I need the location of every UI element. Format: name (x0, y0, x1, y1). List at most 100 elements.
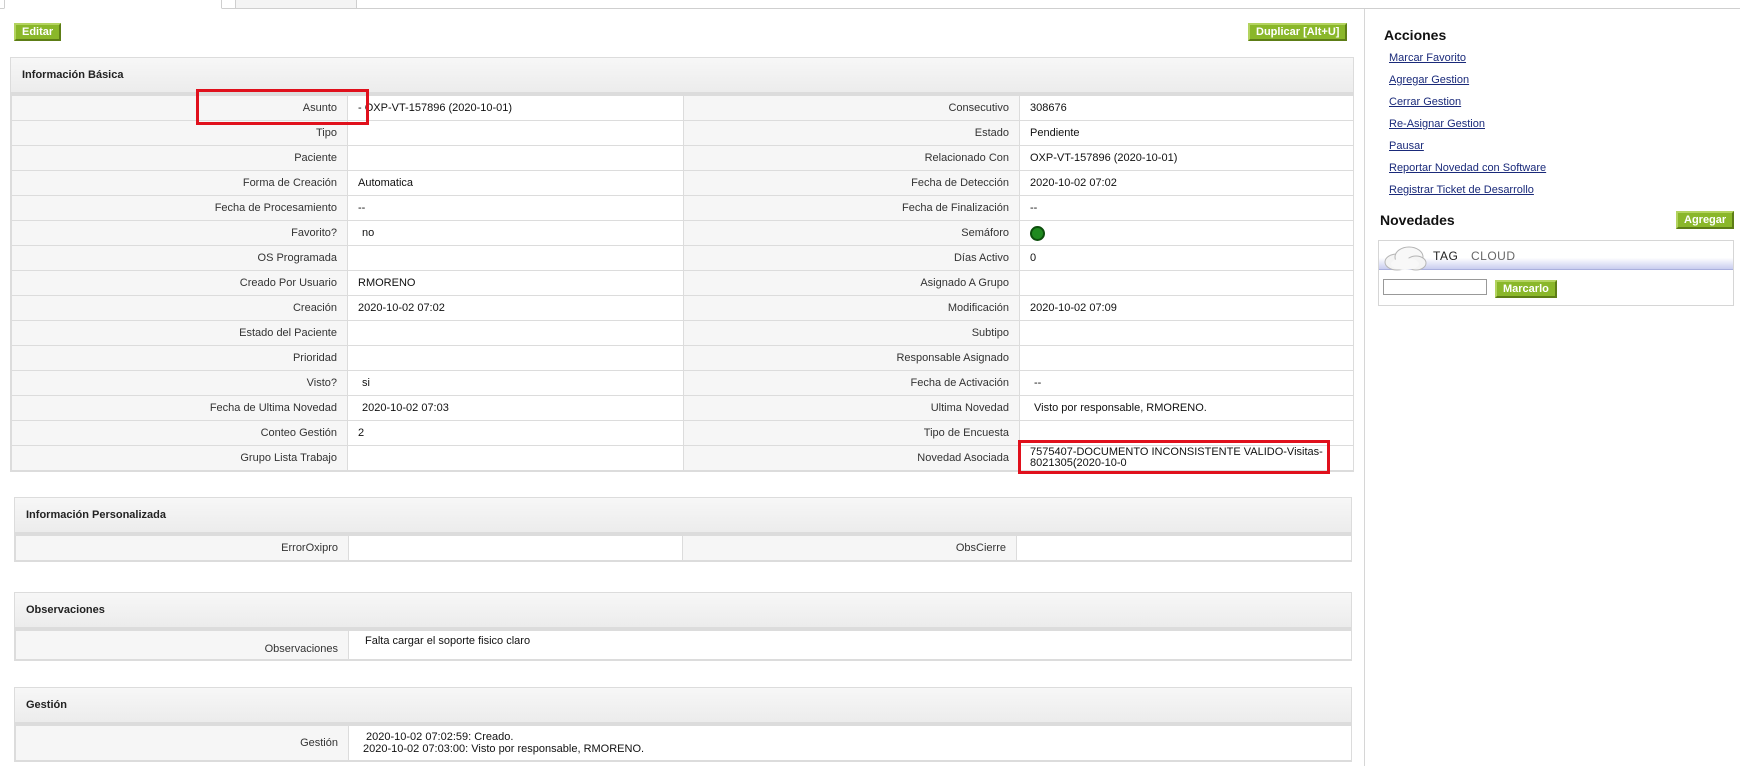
main-panel: Editar Duplicar [Alt+U] Información Bási… (0, 9, 1365, 766)
tab-active[interactable] (4, 0, 222, 9)
action-link[interactable]: Cerrar Gestion (1389, 91, 1546, 113)
field-label: Favorito? (11, 220, 348, 246)
field-value: 2020-10-02 07:09 (1019, 295, 1354, 321)
field-label: Fecha de Finalización (683, 195, 1020, 221)
observations-table: Observaciones Falta cargar el soporte fi… (15, 630, 1352, 660)
tag-cloud-cloud-text: CLOUD (1471, 249, 1516, 263)
field-label: Novedad Asociada (683, 445, 1020, 471)
management-table: Gestión 2020-10-02 07:02:59: Creado. 202… (15, 725, 1352, 761)
side-panel: Acciones Marcar Favorito Agregar Gestion C… (1376, 0, 1749, 766)
field-label: Grupo Lista Trabajo (11, 445, 348, 471)
field-label: Asunto (11, 95, 348, 121)
field-value (347, 120, 684, 146)
field-value: Pendiente (1019, 120, 1354, 146)
marcarlo-button[interactable]: Marcarlo (1495, 280, 1557, 298)
field-value: 2020-10-02 07:03 (347, 395, 684, 421)
field-label: Observaciones (15, 630, 349, 660)
field-value: - OXP-VT-157896 (2020-10-01) (347, 95, 684, 121)
table-row: Tipo Estado Pendiente (11, 120, 1354, 146)
field-label: Forma de Creación (11, 170, 348, 196)
custom-info-table: ErrorOxipro ObsCierre (15, 535, 1352, 561)
field-label: Paciente (11, 145, 348, 171)
field-label: Fecha de Procesamiento (11, 195, 348, 221)
action-link[interactable]: Pausar (1389, 135, 1546, 157)
traffic-light-icon (1030, 225, 1045, 241)
add-news-button[interactable]: Agregar (1676, 211, 1735, 229)
field-label: Asignado A Grupo (683, 270, 1020, 296)
tag-cloud-widget: TAG CLOUD Marcarlo (1378, 240, 1734, 306)
table-row: Paciente Relacionado Con OXP-VT-157896 (20… (11, 145, 1354, 171)
field-label: Gestión (15, 725, 349, 761)
table-row: Prioridad Responsable Asignado (11, 345, 1354, 371)
basic-info-section: Información Básica Asunto - OXP-VT-157896… (10, 57, 1354, 472)
custom-info-section: Información Personalizada ErrorOxipro Ob… (14, 497, 1352, 562)
field-value: 2 (347, 420, 684, 446)
field-value (347, 320, 684, 346)
table-row: Creación 2020-10-02 07:02 Modificación 2020… (11, 295, 1354, 321)
field-value: -- (1019, 195, 1354, 221)
field-label: Conteo Gestión (11, 420, 348, 446)
field-label: Consecutivo (683, 95, 1020, 121)
field-value (347, 345, 684, 371)
field-label: OS Programada (11, 245, 348, 271)
error-oxipro-value (348, 535, 683, 561)
observations-section: Observaciones Observaciones Falta cargar… (14, 592, 1352, 661)
field-value: OXP-VT-157896 (2020-10-01) (1019, 145, 1354, 171)
field-value: 2020-10-02 07:02 (1019, 170, 1354, 196)
action-link[interactable]: Registrar Ticket de Desarrollo (1389, 179, 1546, 201)
field-label: Semáforo (683, 220, 1020, 246)
field-label: Estado (683, 120, 1020, 146)
field-label: Tipo (11, 120, 348, 146)
field-value: no (347, 220, 684, 246)
table-row: Fecha de Procesamiento -- Fecha de Finaliz… (11, 195, 1354, 221)
table-row: Conteo Gestión 2 Tipo de Encuesta (11, 420, 1354, 446)
tag-input[interactable] (1383, 279, 1487, 295)
field-label: Fecha de Detección (683, 170, 1020, 196)
field-value: 2020-10-02 07:02 (347, 295, 684, 321)
field-value (1019, 345, 1354, 371)
tag-cloud-header: TAG CLOUD (1379, 241, 1733, 271)
table-row: Fecha de Ultima Novedad 2020-10-02 07:03 U… (11, 395, 1354, 421)
tag-cloud-tag-text: TAG (1433, 249, 1459, 263)
field-value: Visto por responsable, RMORENO. (1019, 395, 1354, 421)
field-label: Subtipo (683, 320, 1020, 346)
novedad-asociada-line: 8021305(2020-10-0 (1030, 457, 1127, 469)
field-value: 308676 (1019, 95, 1354, 121)
management-title: Gestión (15, 688, 1351, 725)
action-link[interactable]: Agregar Gestion (1389, 69, 1546, 91)
field-value (347, 445, 684, 471)
field-value: -- (347, 195, 684, 221)
edit-button[interactable]: Editar (14, 23, 62, 41)
observations-value: Falta cargar el soporte fisico claro (348, 630, 1352, 660)
field-value: si (347, 370, 684, 396)
cloud-icon (1384, 246, 1427, 271)
field-label: Ultima Novedad (683, 395, 1020, 421)
field-value (347, 145, 684, 171)
field-value (1019, 220, 1354, 246)
field-value: 7575407-DOCUMENTO INCONSISTENTE VALIDO-V… (1019, 445, 1354, 471)
field-label: Visto? (11, 370, 348, 396)
field-value: Automatica (347, 170, 684, 196)
field-label: Creado Por Usuario (11, 270, 348, 296)
field-label: Días Activo (683, 245, 1020, 271)
table-row: Grupo Lista Trabajo Novedad Asociada 75754… (11, 445, 1354, 471)
table-row: Asunto - OXP-VT-157896 (2020-10-01) Consec… (11, 95, 1354, 121)
field-label: Fecha de Ultima Novedad (11, 395, 348, 421)
management-log-line: 2020-10-02 07:02:59: Creado. (366, 731, 514, 743)
action-link[interactable]: Marcar Favorito (1389, 47, 1546, 69)
field-label: Estado del Paciente (11, 320, 348, 346)
table-row: Creado Por Usuario RMORENO Asignado A Grup… (11, 270, 1354, 296)
observations-title: Observaciones (15, 593, 1351, 630)
field-label: ObsCierre (682, 535, 1017, 561)
field-label: Creación (11, 295, 348, 321)
action-link[interactable]: Reportar Novedad con Software (1389, 157, 1546, 179)
field-label: Relacionado Con (683, 145, 1020, 171)
action-link[interactable]: Re-Asignar Gestion (1389, 113, 1546, 135)
field-value: RMORENO (347, 270, 684, 296)
actions-list: Marcar Favorito Agregar Gestion Cerrar Ges… (1389, 47, 1546, 201)
duplicate-button[interactable]: Duplicar [Alt+U] (1248, 23, 1348, 41)
custom-info-title: Información Personalizada (15, 498, 1351, 535)
table-row: Visto? si Fecha de Activación -- (11, 370, 1354, 396)
tab-inactive[interactable] (235, 0, 357, 9)
field-label: Tipo de Encuesta (683, 420, 1020, 446)
